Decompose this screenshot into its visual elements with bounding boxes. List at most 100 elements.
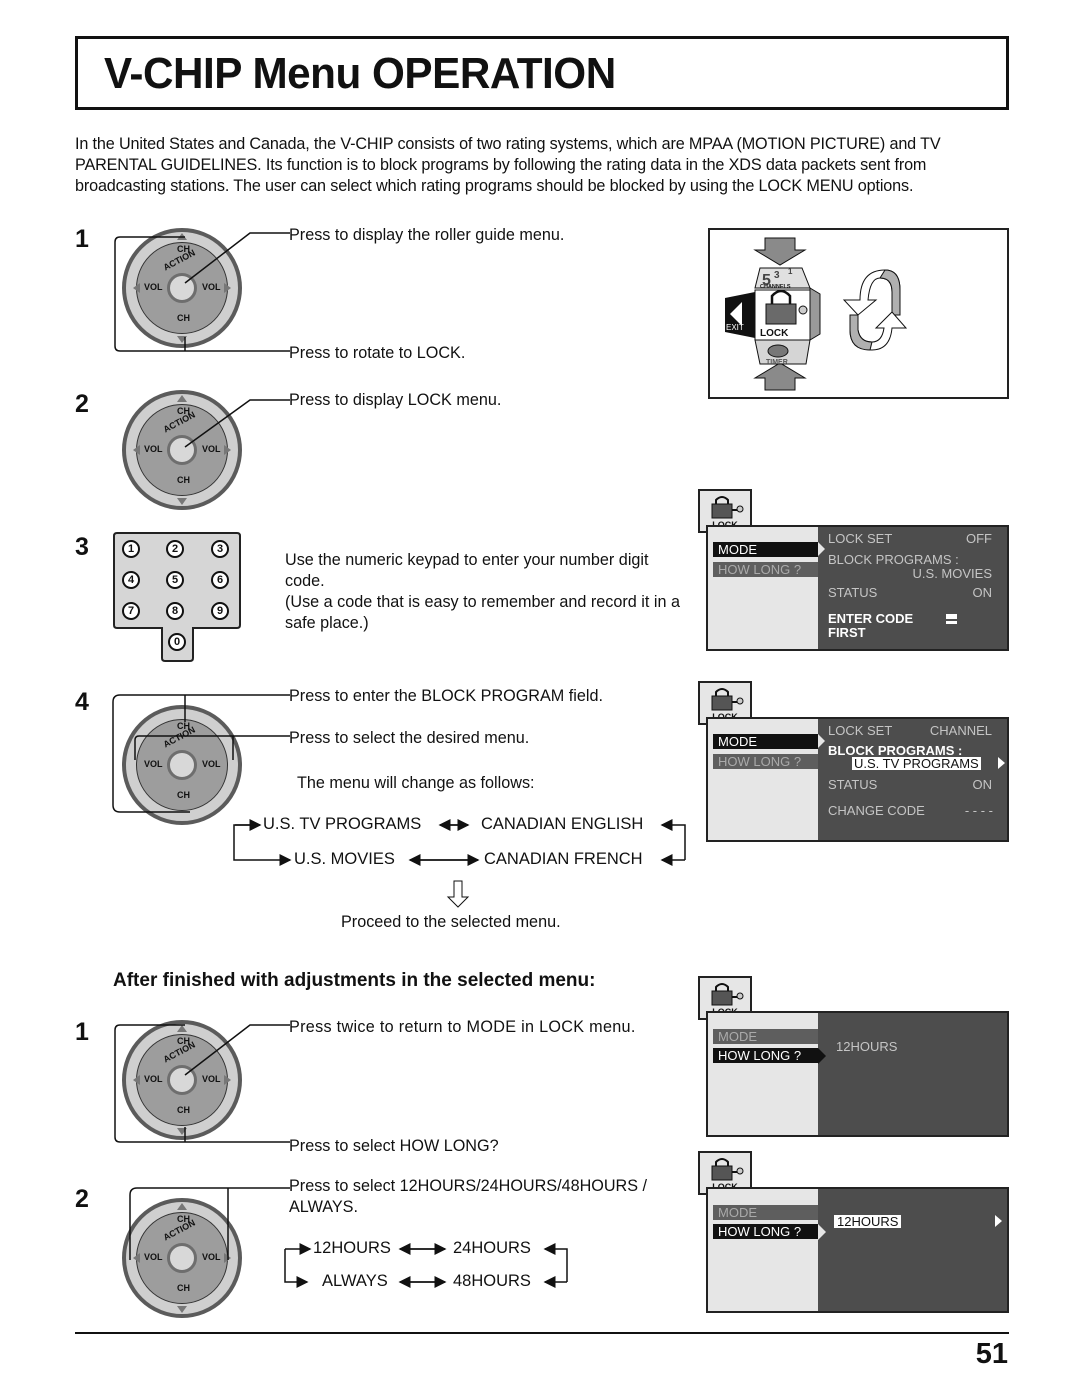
menu-item-mode[interactable]: MODE [713,1205,818,1220]
down-arrow-icon[interactable] [177,1306,187,1313]
lock-icon [711,983,744,1006]
status-label: STATUS [828,585,878,600]
page-title: V-CHIP Menu OPERATION [104,49,616,98]
keypad-key-1[interactable]: 1 [122,540,140,558]
page-number: 51 [975,1338,1008,1370]
callout-lines [114,1024,290,1143]
lock-menu-screen: MODE HOW LONG ? 12HOURS [706,1011,1009,1137]
lock-set-value: CHANNEL [929,723,992,738]
numeric-keypad[interactable]: 1 2 3 4 5 6 7 8 9 0 [113,532,241,662]
callout-text: Press to select 12HOURS/24HOURS/48HOURS … [289,1177,648,1216]
callout-text: Press to display LOCK menu. [289,391,502,409]
ch-down-label[interactable]: CH [177,1283,190,1293]
code-cursor[interactable] [946,614,957,624]
first-label: FIRST [828,625,866,640]
keypad-key-7[interactable]: 7 [122,602,140,620]
step-number: 1 [75,1018,89,1046]
instruction-text: Use the numeric keypad to enter your num… [285,551,649,590]
callout-text: Press to enter the BLOCK PROGRAM field. [289,687,603,705]
menu-right-pane [818,1189,1007,1311]
block-programs-value[interactable]: U.S. TV PROGRAMS [852,757,981,770]
menu-item-how-long[interactable]: HOW LONG ? [713,1224,818,1239]
keypad-key-2[interactable]: 2 [166,540,184,558]
callout-lines [129,1187,290,1260]
lock-menu-screen: MODE HOW LONG ? 12HOURS [706,1187,1009,1313]
lock-icon [711,688,744,711]
keypad-key-8[interactable]: 8 [166,602,184,620]
enter-code-label: ENTER CODE [828,611,914,626]
roller-guide-panel: 5 3 1 CHANNELS LOCK EXIT TIMER [708,228,1009,399]
status-value: ON [972,585,993,600]
menu-item-mode[interactable]: MODE [713,542,818,557]
intro-paragraph: In the United States and Canada, the V-C… [75,135,941,195]
menu-right-pane [818,1013,1007,1135]
callout-text: Press to display the roller guide menu. [289,226,565,244]
change-code-label: CHANGE CODE [828,803,925,818]
callout-lines [112,694,290,813]
left-arrow-icon[interactable] [133,445,140,455]
step-number: 3 [75,533,89,561]
cycle-intro-text: The menu will change as follows: [297,774,535,792]
status-label: STATUS [828,777,878,792]
down-arrow-icon[interactable] [177,498,187,505]
channels-label: CHANNELS [760,284,791,290]
right-arrow-icon[interactable] [995,1215,1002,1227]
keypad-key-6[interactable]: 6 [211,571,229,589]
svg-text:3: 3 [774,270,780,281]
callout-text: Press twice to return to MODE in LOCK me… [289,1018,636,1036]
keypad-key-5[interactable]: 5 [166,571,184,589]
lock-set-label: LOCK SET [828,531,893,546]
callout-text: Press to select the desired menu. [289,729,530,747]
selection-pointer-icon [818,542,825,556]
up-arrow-icon [753,362,807,391]
callout-text: Press to rotate to LOCK. [289,344,466,362]
right-arrow-icon[interactable] [998,757,1005,769]
menu-item-mode[interactable]: MODE [713,1029,818,1044]
selection-pointer-icon [818,734,825,748]
keypad-key-9[interactable]: 9 [211,602,229,620]
step-number: 2 [75,390,89,418]
lock-label: LOCK [760,328,789,339]
proceed-text: Proceed to the selected menu. [341,913,561,931]
how-long-value: 12HOURS [836,1039,898,1054]
cycle-arrows [284,1243,568,1288]
ch-down-label[interactable]: CH [177,475,190,485]
footer-rule [75,1332,1009,1334]
status-value: ON [972,777,993,792]
keypad-key-0[interactable]: 0 [168,633,186,651]
block-programs-value: U.S. MOVIES [912,566,992,581]
lock-icon [711,496,744,519]
lock-icon [711,1158,744,1181]
cycle-arrows [233,819,686,908]
change-code-value: - - - - [964,803,993,818]
callout-lines [114,232,290,352]
svg-text:1: 1 [788,267,793,276]
down-outline-arrow-icon [446,880,470,908]
step-number: 4 [75,688,89,716]
lock-menu-screen: MODE HOW LONG ? LOCK SET CHANNEL BLOCK P… [706,717,1009,842]
menu-item-how-long[interactable]: HOW LONG ? [713,562,818,577]
step-number: 2 [75,1185,89,1213]
lock-menu-screen: MODE HOW LONG ? LOCK SET OFF BLOCK PROGR… [706,525,1009,651]
lock-set-label: LOCK SET [828,723,893,738]
section-heading: After finished with adjustments in the s… [113,970,596,991]
roller-guide-illustration: 5 3 1 CHANNELS LOCK EXIT TIMER [725,237,908,391]
selection-pointer-icon [818,1048,826,1064]
page-title-box: V-CHIP Menu OPERATION [75,36,1009,110]
timer-label: TIMER [766,359,788,366]
lock-set-value: OFF [966,531,992,546]
step-number: 1 [75,225,89,253]
selection-pointer-icon [818,1224,826,1240]
menu-item-how-long[interactable]: HOW LONG ? [713,1048,818,1063]
instruction-note: (Use a code that is easy to remember and… [285,593,680,632]
callout-lines [184,399,290,448]
menu-item-mode[interactable]: MODE [713,734,818,749]
keypad-key-3[interactable]: 3 [211,540,229,558]
block-programs-label: BLOCK PROGRAMS : [828,552,959,567]
exit-label: EXIT [726,323,744,332]
how-long-value[interactable]: 12HOURS [834,1215,902,1228]
callout-text: Press to select HOW LONG? [289,1137,499,1155]
menu-item-how-long[interactable]: HOW LONG ? [713,754,818,769]
keypad-key-4[interactable]: 4 [122,571,140,589]
vol-left-label[interactable]: VOL [144,444,163,454]
